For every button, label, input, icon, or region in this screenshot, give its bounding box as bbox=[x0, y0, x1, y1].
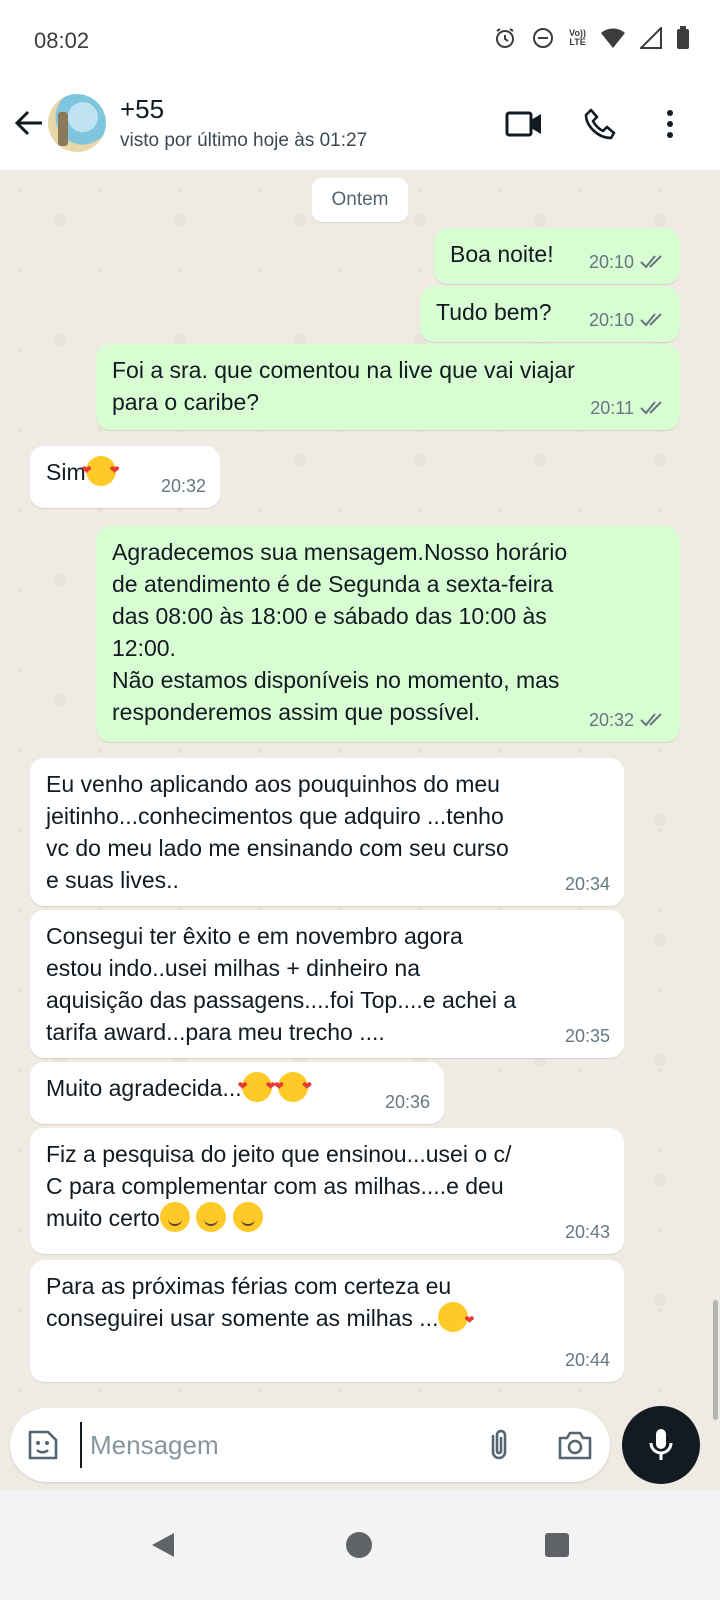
chat-area[interactable]: Ontem Boa noite! 20:10 Tudo bem? 20:10 F… bbox=[0, 170, 720, 1420]
face-blowing-kiss-icon bbox=[438, 1302, 474, 1336]
message-time: 20:32 bbox=[160, 476, 206, 496]
attach-icon[interactable] bbox=[480, 1426, 518, 1464]
smiling-face-with-hearts-icon bbox=[238, 1070, 276, 1102]
video-call-icon bbox=[505, 111, 541, 137]
read-ticks-icon bbox=[640, 401, 662, 415]
read-ticks-icon bbox=[640, 255, 662, 269]
smiling-face-with-hearts-icon bbox=[82, 454, 120, 486]
nav-back-icon[interactable] bbox=[148, 1530, 178, 1560]
message-text: Para as próximas férias com certeza eu c… bbox=[46, 1273, 452, 1331]
message-time: 20:36 bbox=[384, 1092, 430, 1112]
date-chip: Ontem bbox=[312, 178, 408, 222]
read-ticks-icon bbox=[640, 313, 662, 327]
smiling-face-icon bbox=[196, 1202, 227, 1232]
chat-header: +55 visto por último hoje às 01:27 bbox=[0, 84, 720, 170]
message-outgoing[interactable]: Agradecemos sua mensagem.Nosso horário d… bbox=[96, 526, 680, 742]
message-meta: 20:32 bbox=[589, 704, 666, 736]
message-outgoing[interactable]: Foi a sra. que comentou na live que vai … bbox=[96, 344, 680, 430]
smiling-face-icon bbox=[159, 1202, 190, 1232]
message-text: Consegui ter êxito e em novembro agora e… bbox=[46, 923, 517, 1045]
message-incoming[interactable]: Consegui ter êxito e em novembro agora e… bbox=[30, 910, 624, 1058]
nav-recents-icon[interactable] bbox=[542, 1530, 572, 1560]
message-text: Eu venho aplicando aos pouquinhos do meu… bbox=[46, 771, 509, 893]
smiling-face-icon bbox=[232, 1202, 263, 1232]
message-meta: 20:10 bbox=[589, 246, 666, 278]
message-meta: 20:34 bbox=[565, 868, 610, 900]
signal-icon bbox=[640, 27, 662, 49]
message-text: Agradecemos sua mensagem.Nosso horário d… bbox=[112, 539, 568, 725]
smiling-face-with-hearts-icon bbox=[274, 1070, 312, 1102]
message-time: 20:11 bbox=[590, 398, 634, 418]
message-text: Boa noite! bbox=[450, 241, 554, 267]
message-outgoing[interactable]: Boa noite! 20:10 bbox=[434, 228, 680, 284]
message-text: Foi a sra. que comentou na live que vai … bbox=[112, 357, 575, 415]
message-incoming[interactable]: Eu venho aplicando aos pouquinhos do meu… bbox=[30, 758, 624, 906]
read-ticks-icon bbox=[640, 713, 662, 727]
message-incoming[interactable]: Para as próximas férias com certeza eu c… bbox=[30, 1260, 624, 1382]
message-composer bbox=[10, 1408, 610, 1482]
contact-last-seen: visto por último hoje às 01:27 bbox=[120, 130, 368, 151]
more-options-button[interactable] bbox=[650, 104, 690, 144]
message-input[interactable] bbox=[80, 1422, 460, 1468]
message-meta: 20:11 bbox=[590, 392, 666, 424]
voice-call-button[interactable] bbox=[580, 104, 620, 144]
contact-name[interactable]: +55 bbox=[120, 94, 164, 125]
message-meta: 20:10 bbox=[589, 304, 666, 336]
message-text: Sim bbox=[46, 459, 86, 485]
status-icons: Vo)) LTE bbox=[493, 26, 690, 50]
message-time: 20:35 bbox=[564, 1026, 610, 1046]
message-time: 20:34 bbox=[564, 874, 610, 894]
avatar[interactable] bbox=[48, 94, 106, 152]
message-incoming[interactable]: Muito agradecida... 20:36 bbox=[30, 1062, 444, 1124]
message-incoming[interactable]: Sim 20:32 bbox=[30, 446, 220, 508]
message-meta: 20:36 bbox=[385, 1086, 430, 1118]
message-incoming[interactable]: Fiz a pesquisa do jeito que ensinou...us… bbox=[30, 1128, 624, 1254]
camera-icon[interactable] bbox=[556, 1426, 594, 1464]
message-text: Fiz a pesquisa do jeito que ensinou...us… bbox=[46, 1141, 512, 1231]
mic-icon bbox=[649, 1429, 673, 1460]
message-meta: 20:32 bbox=[161, 470, 206, 502]
nav-home-icon[interactable] bbox=[344, 1530, 374, 1560]
message-time: 20:43 bbox=[564, 1222, 610, 1242]
sticker-icon[interactable] bbox=[24, 1426, 62, 1464]
battery-icon bbox=[677, 26, 689, 49]
back-arrow-icon[interactable] bbox=[12, 106, 46, 140]
scrollbar-thumb[interactable] bbox=[713, 1300, 718, 1420]
mic-button[interactable] bbox=[622, 1406, 700, 1484]
message-outgoing[interactable]: Tudo bem? 20:10 bbox=[420, 286, 680, 342]
message-text: Tudo bem? bbox=[436, 299, 552, 325]
status-bar: 08:02 Vo)) LTE bbox=[0, 0, 720, 84]
more-options-icon bbox=[667, 110, 673, 138]
status-time: 08:02 bbox=[34, 28, 90, 53]
message-text: Muito agradecida... bbox=[46, 1075, 242, 1101]
message-time: 20:44 bbox=[564, 1350, 610, 1370]
system-nav-bar bbox=[0, 1490, 720, 1600]
lte-indicator: Vo)) LTE bbox=[569, 28, 586, 47]
message-time: 20:10 bbox=[588, 252, 634, 272]
message-meta: 20:44 bbox=[565, 1344, 610, 1376]
phone-icon bbox=[584, 108, 616, 140]
alarm-icon bbox=[496, 28, 515, 48]
message-meta: 20:43 bbox=[565, 1216, 610, 1248]
video-call-button[interactable] bbox=[504, 104, 544, 144]
message-time: 20:10 bbox=[588, 310, 634, 330]
message-time: 20:32 bbox=[588, 710, 634, 730]
message-meta: 20:35 bbox=[565, 1020, 610, 1052]
wifi-icon bbox=[601, 28, 625, 48]
dnd-icon bbox=[533, 28, 554, 48]
